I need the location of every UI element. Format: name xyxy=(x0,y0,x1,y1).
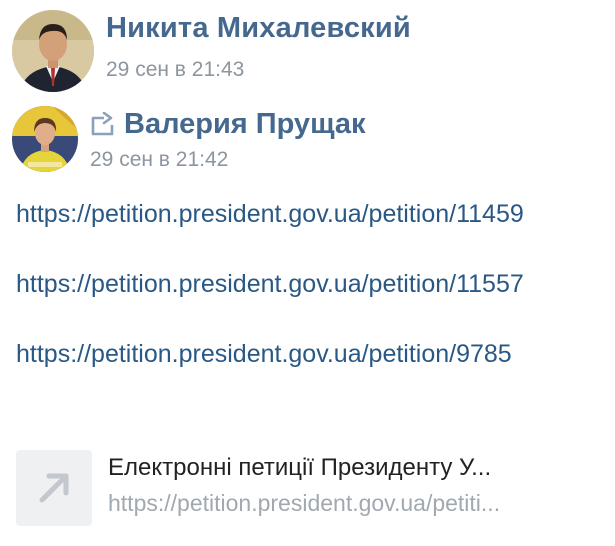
author-avatar[interactable] xyxy=(12,10,94,92)
author-name[interactable]: Никита Михалевский xyxy=(106,12,411,45)
repost-timestamp[interactable]: 29 сен в 21:42 xyxy=(90,148,228,172)
attachment-title[interactable]: Електронні петиції Президенту У... xyxy=(108,454,602,482)
post-text: https://petition.president.gov.ua/petiti… xyxy=(16,196,611,406)
repost-arrow-icon xyxy=(91,112,114,136)
repost-header: Валерия Прущак 29 сен в 21:42 xyxy=(12,104,602,174)
attachment-thumbnail[interactable] xyxy=(16,450,92,526)
repost-author-avatar[interactable] xyxy=(12,106,78,172)
external-link-arrow-icon xyxy=(39,473,69,503)
petition-link[interactable]: https://petition.president.gov.ua/petiti… xyxy=(16,336,611,372)
attachment-url[interactable]: https://petition.president.gov.ua/petiti… xyxy=(108,490,602,517)
petition-link[interactable]: https://petition.president.gov.ua/petiti… xyxy=(16,196,611,232)
post-header: Никита Михалевский 29 сен в 21:43 xyxy=(12,10,602,92)
repost-author-name[interactable]: Валерия Прущак xyxy=(124,108,366,141)
link-attachment[interactable]: Електронні петиції Президенту У... https… xyxy=(16,448,604,528)
vk-post: Никита Михалевский 29 сен в 21:43 Валери… xyxy=(0,0,615,546)
post-timestamp[interactable]: 29 сен в 21:43 xyxy=(106,58,244,82)
petition-link[interactable]: https://petition.president.gov.ua/petiti… xyxy=(16,266,611,302)
